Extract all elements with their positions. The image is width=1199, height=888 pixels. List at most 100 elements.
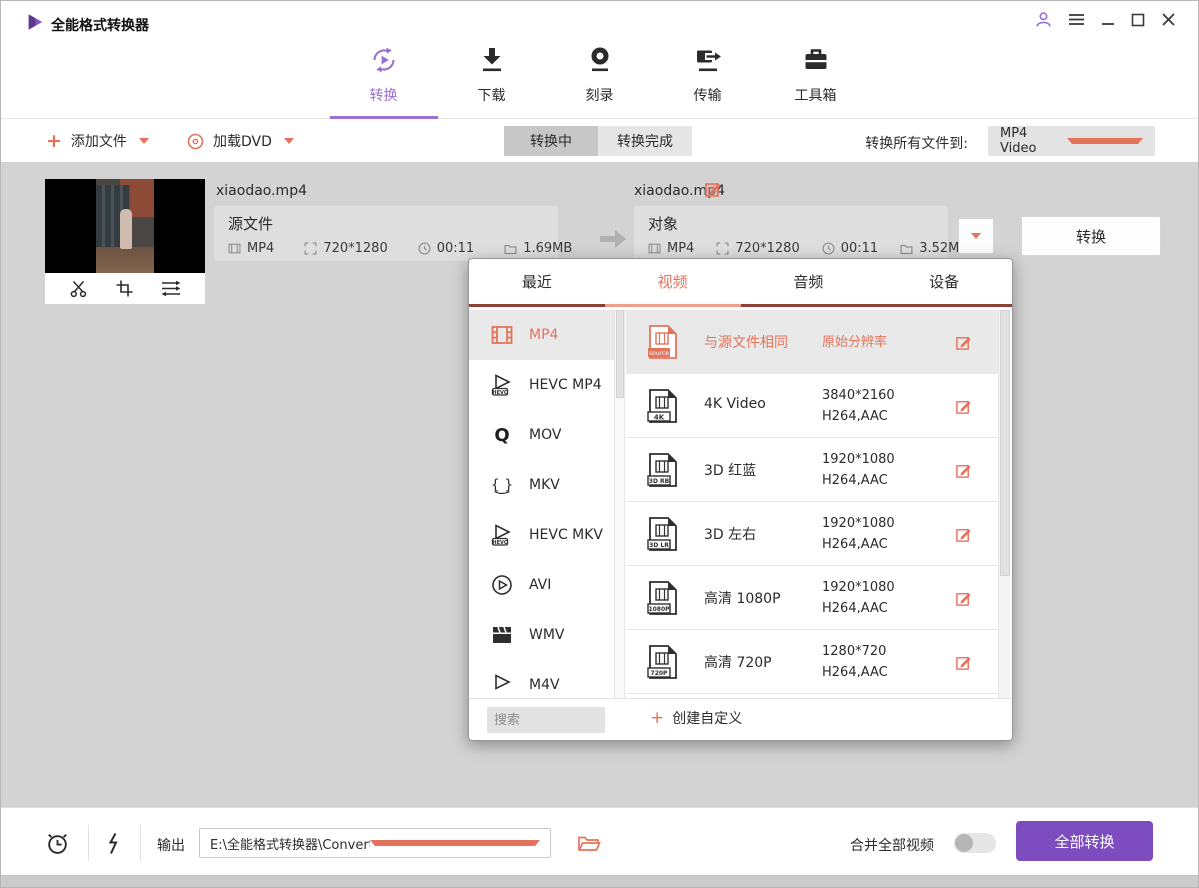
trim-icon[interactable]	[69, 279, 89, 298]
film-icon	[648, 242, 661, 255]
plus-icon: +	[46, 132, 62, 151]
nav-label-convert: 转换	[370, 85, 398, 105]
output-path-value: E:\全能格式转换器\Converted	[210, 834, 370, 853]
close-button[interactable]	[1161, 12, 1176, 31]
preset-row-same-as-source[interactable]: source 与源文件相同 原始分辨率	[626, 310, 998, 374]
3d-rb-file-icon: 3D RB	[644, 452, 680, 492]
download-icon	[477, 45, 507, 79]
film-icon	[228, 242, 241, 255]
output-path-select[interactable]: E:\全能格式转换器\Converted	[199, 828, 551, 858]
edit-preset-icon[interactable]	[955, 462, 972, 483]
edit-preset-icon[interactable]	[955, 526, 972, 547]
format-list-scrollbar	[615, 310, 625, 698]
nav-tab-transfer[interactable]: 传输	[654, 46, 762, 118]
folder-icon	[900, 242, 913, 255]
effects-sliders-icon[interactable]	[160, 279, 182, 298]
source-file-icon: source	[644, 324, 680, 364]
schedule-alarm-icon[interactable]	[45, 831, 70, 856]
scrollbar-thumb[interactable]	[1000, 310, 1010, 576]
hevc-play-icon: HEVC	[490, 373, 514, 397]
format-item-hevc-mp4[interactable]: HEVC HEVC MP4	[469, 360, 614, 410]
nav-tab-convert[interactable]: 转换	[330, 46, 438, 118]
popup-footer: + 创建自定义	[469, 698, 1012, 740]
popup-tab-audio[interactable]: 音频	[741, 259, 877, 304]
format-item-m4v[interactable]: M4V	[469, 660, 614, 698]
target-section-label: 对象	[648, 213, 948, 234]
resolution-icon	[304, 242, 317, 255]
preset-row-hd-1080p[interactable]: 1080P 高清 1080P 1920*1080H264,AAC	[626, 566, 998, 630]
format-item-mkv[interactable]: { } MKV	[469, 460, 614, 510]
folder-icon	[504, 242, 517, 255]
popup-tab-video[interactable]: 视频	[605, 259, 741, 304]
merge-all-toggle[interactable]	[954, 833, 996, 853]
1080p-file-icon: 1080P	[644, 580, 680, 620]
format-item-mov[interactable]: Q MOV	[469, 410, 614, 460]
target-format-dropdown-button[interactable]	[958, 218, 994, 254]
edit-preset-icon[interactable]	[955, 590, 972, 611]
minimize-button[interactable]	[1101, 12, 1115, 31]
svg-text:HEVC: HEVC	[492, 390, 507, 396]
edit-preset-icon[interactable]	[955, 398, 972, 419]
convert-file-button[interactable]: 转换	[1021, 216, 1161, 256]
preset-row-3d-lr[interactable]: 3D LR 3D 左右 1920*1080H264,AAC	[626, 502, 998, 566]
mkv-braces-icon: { }	[490, 473, 514, 497]
rename-edit-icon[interactable]	[704, 180, 722, 202]
svg-text:Q: Q	[494, 425, 509, 446]
app-window: 全能格式转换器	[0, 0, 1199, 888]
target-resolution: 720*1280	[716, 241, 799, 256]
preset-row-4k[interactable]: 4K 4K Video 3840*2160H264,AAC	[626, 374, 998, 438]
chevron-down-icon	[1067, 138, 1144, 144]
open-folder-icon[interactable]	[577, 833, 601, 854]
source-section-label: 源文件	[228, 213, 558, 234]
format-item-hevc-mkv[interactable]: HEVC HEVC MKV	[469, 510, 614, 560]
tab-converting[interactable]: 转换中	[504, 126, 598, 156]
add-files-label: 添加文件	[71, 131, 127, 151]
header: 全能格式转换器	[1, 1, 1198, 119]
preset-row-3d-rb[interactable]: 3D RB 3D 红蓝 1920*1080H264,AAC	[626, 438, 998, 502]
scrollbar-thumb[interactable]	[616, 310, 624, 398]
clapperboard-icon	[490, 623, 514, 647]
format-item-mp4[interactable]: MP4	[469, 310, 615, 360]
popup-tab-device[interactable]: 设备	[876, 259, 1012, 304]
target-info-box: 对象 MP4 720*1280 00:11 3.52MB	[634, 206, 948, 261]
toggle-knob	[955, 834, 973, 852]
source-resolution: 720*1280	[304, 241, 387, 256]
preset-row-hd-720p[interactable]: 720P 高清 720P 1280*720H264,AAC	[626, 630, 998, 694]
convert-all-button[interactable]: 全部转换	[1016, 821, 1153, 861]
video-thumbnail[interactable]	[45, 179, 205, 273]
format-item-wmv[interactable]: WMV	[469, 610, 614, 660]
nav-tab-toolbox[interactable]: 工具箱	[762, 46, 870, 118]
svg-text:{ }: { }	[491, 478, 513, 494]
clock-icon	[418, 242, 431, 255]
format-item-avi[interactable]: AVI	[469, 560, 614, 610]
720p-file-icon: 720P	[644, 644, 680, 684]
nav-label-transfer: 传输	[694, 85, 722, 105]
search-input[interactable]	[487, 707, 605, 733]
maximize-button[interactable]	[1131, 12, 1145, 31]
chevron-down-icon	[284, 138, 294, 144]
popup-body: MP4 HEVC HEVC MP4 Q MOV	[469, 310, 1012, 698]
preset-list-scrollbar	[998, 310, 1010, 698]
high-speed-bolt-icon[interactable]	[102, 831, 124, 856]
output-format-select[interactable]: MP4 Video	[988, 126, 1155, 156]
target-duration: 00:11	[822, 241, 878, 256]
convert-state-tabs: 转换中 转换完成	[504, 126, 692, 156]
edit-preset-icon[interactable]	[955, 334, 972, 355]
svg-text:3D LR: 3D LR	[649, 542, 669, 549]
crop-icon[interactable]	[115, 279, 134, 298]
edit-preset-icon[interactable]	[955, 654, 972, 675]
account-icon[interactable]	[1035, 11, 1052, 32]
tab-converted[interactable]: 转换完成	[598, 126, 692, 156]
plus-icon: +	[650, 710, 664, 727]
popup-tab-recent[interactable]: 最近	[469, 259, 605, 304]
nav-tab-burn[interactable]: 刻录	[546, 46, 654, 118]
transfer-icon	[693, 45, 723, 79]
add-files-button[interactable]: + 添加文件	[46, 119, 149, 163]
source-info-box: 源文件 MP4 720*1280 00:11 1.69MB	[214, 206, 558, 261]
load-dvd-button[interactable]: 加载DVD	[187, 119, 294, 163]
svg-text:3D RB: 3D RB	[649, 478, 670, 485]
menu-icon[interactable]	[1068, 12, 1085, 31]
create-custom-button[interactable]: + 创建自定义	[650, 708, 742, 728]
nav-tab-download[interactable]: 下载	[438, 46, 546, 118]
chevron-down-icon	[370, 840, 540, 846]
